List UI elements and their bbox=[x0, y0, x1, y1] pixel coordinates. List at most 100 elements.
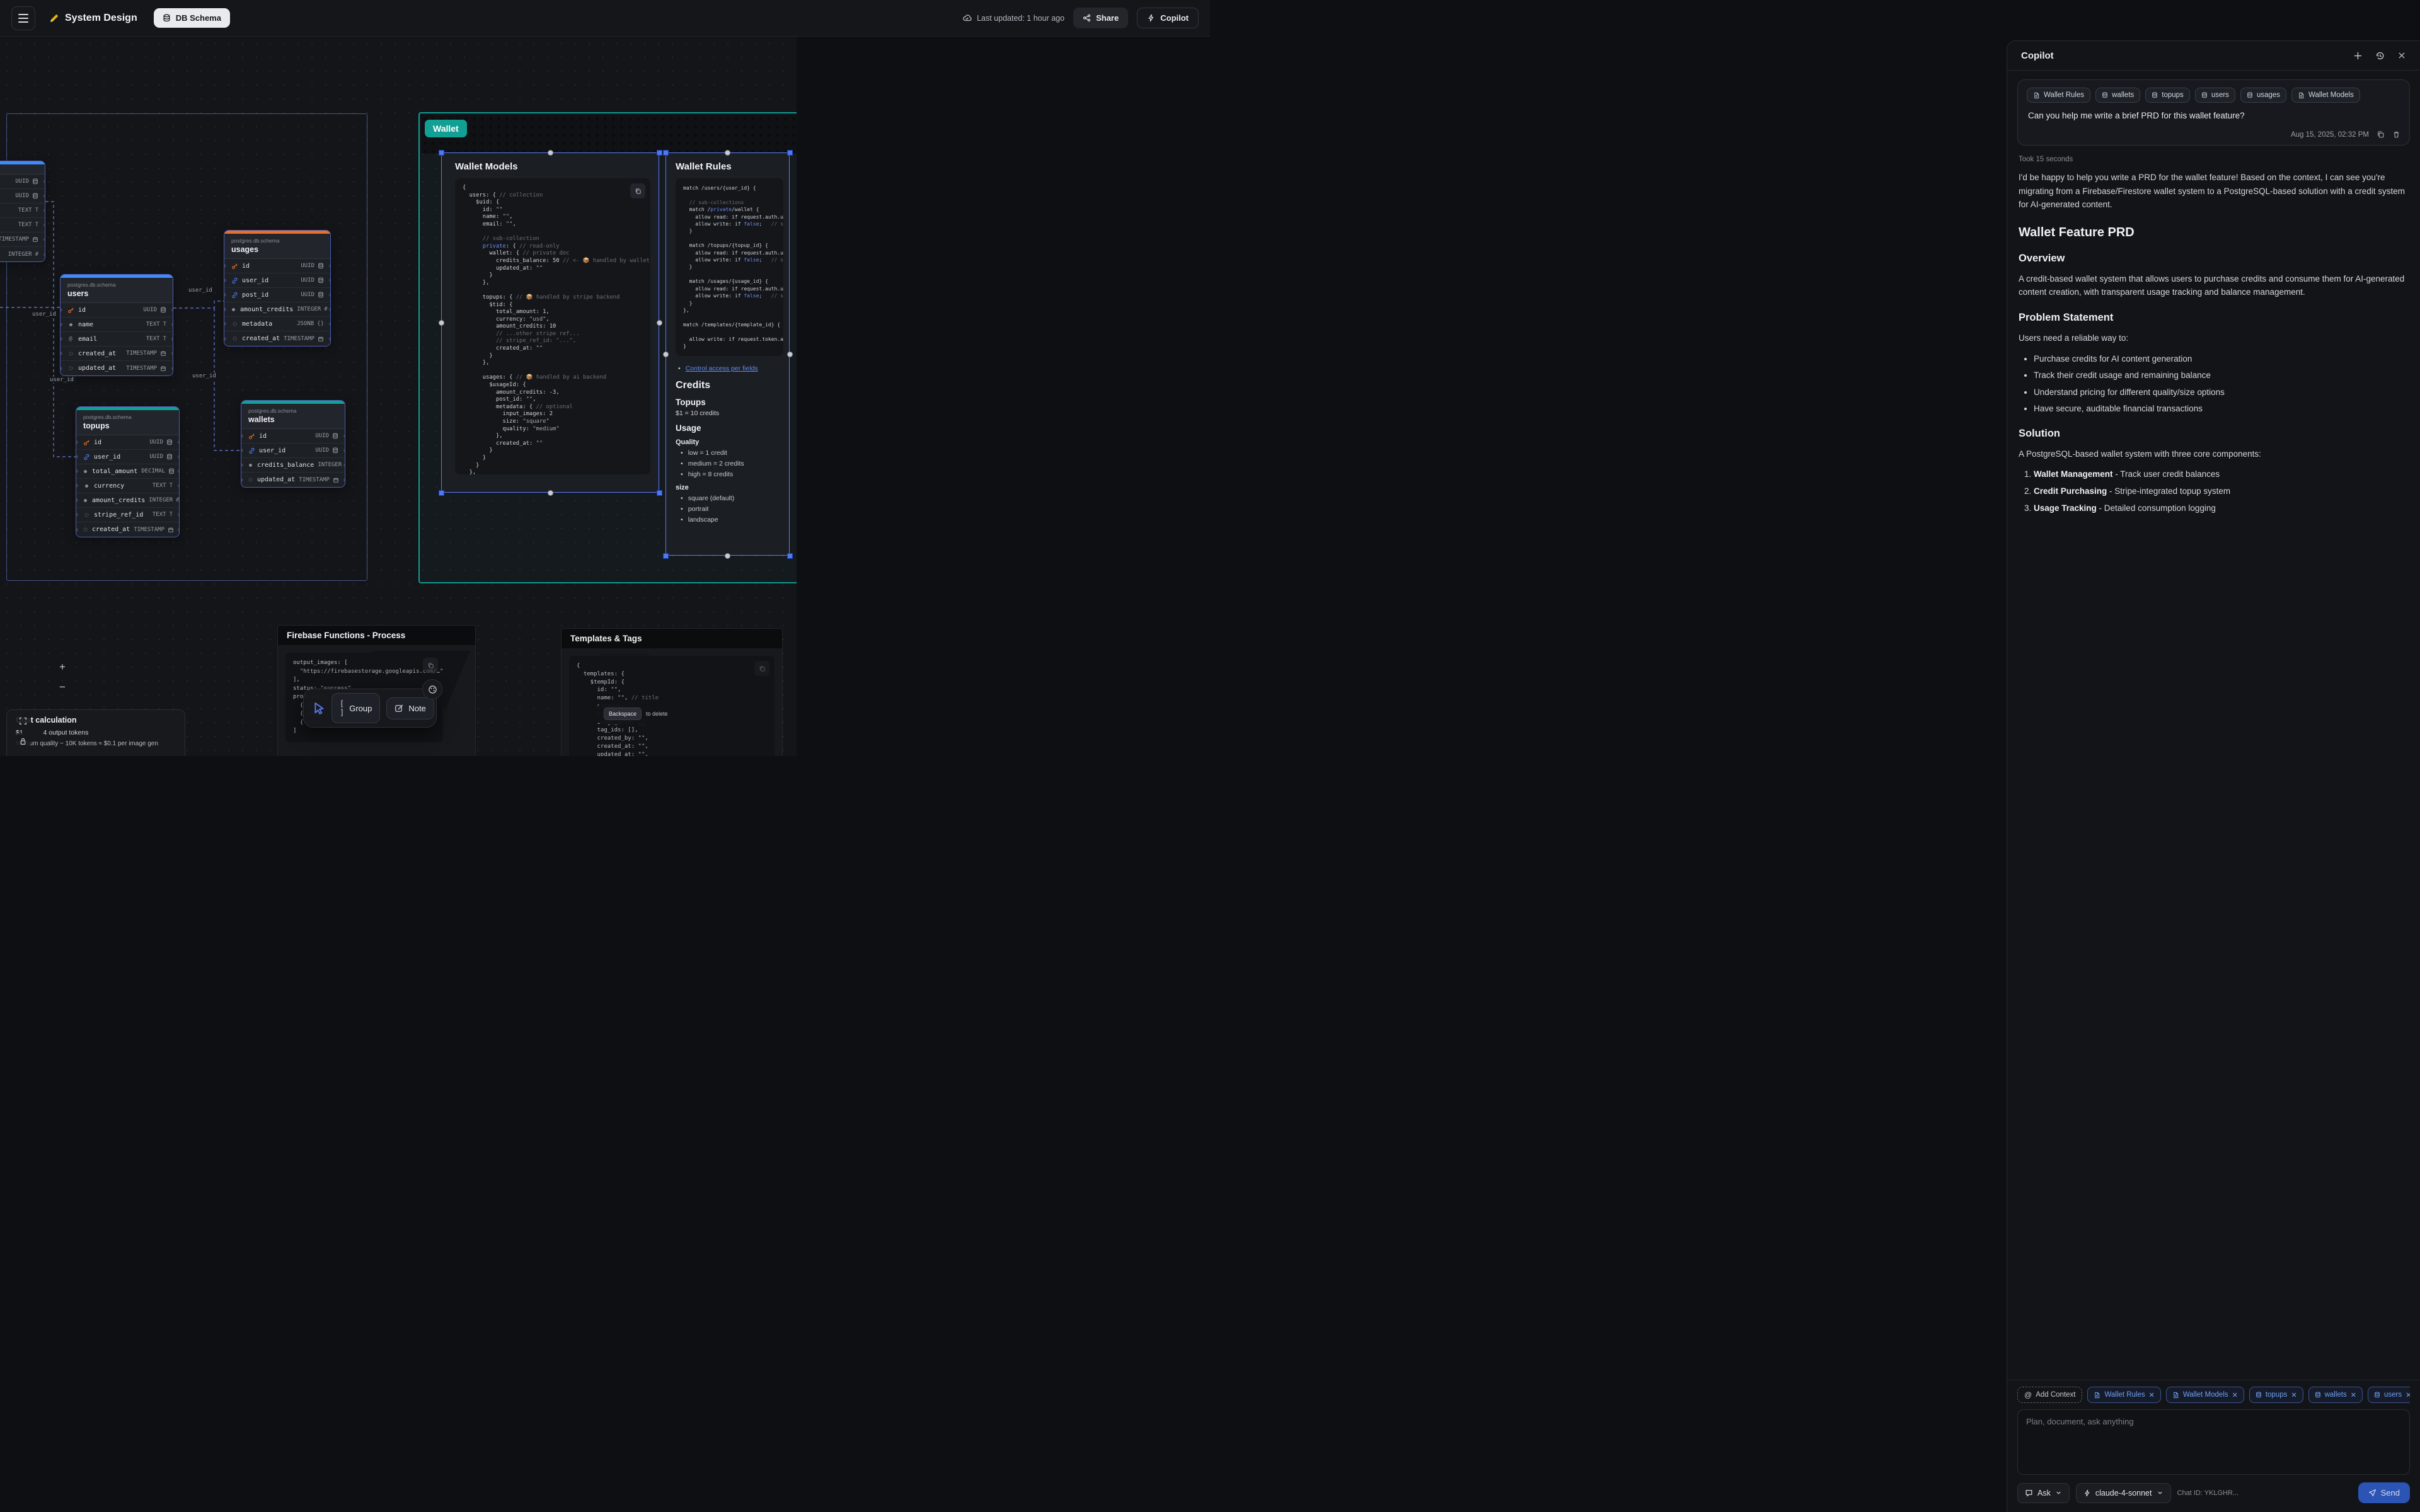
selection-midpoint-handle[interactable] bbox=[663, 352, 669, 357]
selection-midpoint-handle[interactable] bbox=[725, 553, 730, 559]
table-field-id[interactable]: id UUID bbox=[224, 259, 330, 273]
table-field-created_at[interactable]: created_at TIMESTAMP bbox=[224, 331, 330, 346]
palette-button[interactable] bbox=[422, 679, 442, 699]
table-wallets[interactable]: postgres.db.schema wallets id UUID user_… bbox=[241, 400, 345, 488]
wallet-rules-panel[interactable]: Wallet Rules match /users/{user_id} { //… bbox=[666, 152, 790, 556]
copy-code-button[interactable] bbox=[423, 658, 438, 673]
fit-view-button[interactable] bbox=[15, 713, 30, 728]
table-field-stripe_ref_id[interactable]: stripe_ref_id TEXT T bbox=[76, 508, 179, 522]
table-field-user_id[interactable]: user_id UUID bbox=[76, 450, 179, 464]
table-field-updated_at[interactable]: updated_at TIMESTAMP bbox=[241, 472, 345, 487]
active-context-chip-Wallet Rules[interactable]: Wallet Rules ✕ bbox=[2087, 1387, 2160, 1403]
selection-midpoint-handle[interactable] bbox=[787, 352, 793, 357]
selection-midpoint-handle[interactable] bbox=[725, 150, 730, 156]
model-select[interactable]: claude-4-sonnet bbox=[2076, 1483, 2171, 1503]
table-field-hidden[interactable]: TEXT T bbox=[0, 218, 45, 232]
context-chip-topups[interactable]: topups bbox=[2145, 88, 2190, 103]
active-context-chip-users[interactable]: users ✕ bbox=[2368, 1387, 2410, 1403]
table-field-hidden[interactable]: UUID bbox=[0, 175, 45, 189]
table-field-hidden[interactable]: TEXT T bbox=[0, 203, 45, 218]
prompt-input[interactable] bbox=[2026, 1417, 2401, 1467]
add-context-button[interactable]: @ Add Context bbox=[2017, 1387, 2082, 1403]
close-icon[interactable] bbox=[2397, 51, 2406, 60]
circ-field-icon bbox=[67, 365, 74, 371]
selection-midpoint-handle[interactable] bbox=[548, 490, 553, 496]
selection-handle[interactable] bbox=[663, 553, 669, 559]
table-users[interactable]: postgres.db.schema users id UUID name TE… bbox=[60, 274, 173, 376]
table-topups[interactable]: postgres.db.schema topups id UUID user_i… bbox=[76, 406, 180, 537]
tab-db-schema[interactable]: DB Schema bbox=[154, 8, 230, 28]
active-context-chip-Wallet Models[interactable]: Wallet Models ✕ bbox=[2166, 1387, 2244, 1403]
table-field-user_id[interactable]: user_id UUID bbox=[224, 273, 330, 288]
new-chat-icon[interactable] bbox=[2353, 51, 2363, 60]
mode-select[interactable]: Ask bbox=[2017, 1483, 2070, 1503]
templates-tags-panel[interactable]: Templates & Tags { templates: { $tempId:… bbox=[561, 628, 783, 756]
cursor-tool-icon[interactable] bbox=[313, 702, 325, 714]
selection-handle[interactable] bbox=[439, 490, 444, 496]
table-field-hidden[interactable]: TIMESTAMP bbox=[0, 232, 45, 247]
history-icon[interactable] bbox=[2375, 51, 2385, 60]
selection-handle[interactable] bbox=[657, 490, 662, 496]
selection-handle[interactable] bbox=[787, 150, 793, 156]
zoom-in-button[interactable]: + bbox=[54, 659, 71, 675]
table-field-name[interactable]: name TEXT T bbox=[60, 318, 173, 332]
response-duration: Took 15 seconds bbox=[2019, 156, 2409, 163]
table-field-updated_at[interactable]: updated_at TIMESTAMP bbox=[60, 361, 173, 375]
selection-midpoint-handle[interactable] bbox=[439, 320, 444, 326]
table-field-hidden[interactable]: INTEGER # bbox=[0, 247, 45, 261]
selection-handle[interactable] bbox=[657, 150, 662, 156]
wallet-models-panel[interactable]: Wallet Models { users: { // collection $… bbox=[441, 152, 659, 493]
share-button[interactable]: Share bbox=[1073, 8, 1128, 28]
table-field-amount_credits[interactable]: amount_credits INTEGER # bbox=[76, 493, 179, 508]
table-field-hidden[interactable]: UUID bbox=[0, 189, 45, 203]
chat-scroll-area[interactable]: Wallet Rules wallets topups users usages… bbox=[2007, 71, 2420, 1380]
table-field-amount_credits[interactable]: amount_credits INTEGER # bbox=[224, 302, 330, 317]
note-tool-button[interactable]: Note bbox=[386, 697, 434, 719]
table-field-post_id[interactable]: post_id UUID bbox=[224, 288, 330, 302]
table-field-created_at[interactable]: created_at TIMESTAMP bbox=[76, 522, 179, 537]
remove-context-icon[interactable]: ✕ bbox=[2149, 1391, 2155, 1399]
active-context-chip-topups[interactable]: topups ✕ bbox=[2249, 1387, 2303, 1403]
table-field-metadata[interactable]: metadata JSONB {} bbox=[224, 317, 330, 331]
remove-context-icon[interactable]: ✕ bbox=[2232, 1391, 2238, 1399]
selection-midpoint-handle[interactable] bbox=[657, 320, 662, 326]
schema-canvas[interactable]: Wallet user_iduser_iduser_iduser_id UUID… bbox=[0, 37, 797, 756]
at-icon: @ bbox=[2024, 1390, 2032, 1399]
table-field-created_at[interactable]: created_at TIMESTAMP bbox=[60, 346, 173, 361]
context-chip-Wallet Rules[interactable]: Wallet Rules bbox=[2027, 88, 2090, 103]
table-usages[interactable]: postgres.db.schema usages id UUID user_i… bbox=[224, 230, 331, 346]
wallet-group-label[interactable]: Wallet bbox=[425, 120, 467, 137]
lock-button[interactable] bbox=[15, 733, 30, 748]
control-access-link[interactable]: Control access per fields bbox=[686, 365, 758, 372]
selection-handle[interactable] bbox=[663, 150, 669, 156]
table-field-id[interactable]: id UUID bbox=[76, 435, 179, 450]
context-chip-users[interactable]: users bbox=[2195, 88, 2235, 103]
menu-button[interactable] bbox=[11, 6, 35, 30]
table-field-total_amount[interactable]: total_amount DECIMAL bbox=[76, 464, 179, 479]
copilot-button[interactable]: Copilot bbox=[1137, 8, 1199, 28]
remove-context-icon[interactable]: ✕ bbox=[2351, 1391, 2356, 1399]
table-field-email[interactable]: @ email TEXT T bbox=[60, 332, 173, 346]
table-partial[interactable]: UUID UUID TEXT T TEXT T TIMESTAMP bbox=[0, 161, 45, 262]
table-field-id[interactable]: id UUID bbox=[241, 429, 345, 444]
table-field-credits_balance[interactable]: credits_balance INTEGER # bbox=[241, 458, 345, 472]
remove-context-icon[interactable]: ✕ bbox=[2291, 1391, 2296, 1399]
copy-code-button[interactable] bbox=[754, 661, 769, 676]
group-tool-button[interactable]: [ ] Group bbox=[331, 693, 380, 723]
selection-handle[interactable] bbox=[439, 150, 444, 156]
remove-context-icon[interactable]: ✕ bbox=[2406, 1391, 2410, 1399]
table-field-id[interactable]: id UUID bbox=[60, 303, 173, 318]
selection-handle[interactable] bbox=[787, 553, 793, 559]
context-chip-Wallet Models[interactable]: Wallet Models bbox=[2291, 88, 2360, 103]
selection-midpoint-handle[interactable] bbox=[548, 150, 553, 156]
delete-message-icon[interactable] bbox=[2392, 130, 2400, 139]
context-chip-usages[interactable]: usages bbox=[2240, 88, 2286, 103]
table-field-currency[interactable]: currency TEXT T bbox=[76, 479, 179, 493]
context-chip-wallets[interactable]: wallets bbox=[2095, 88, 2140, 103]
copy-code-button[interactable] bbox=[630, 183, 645, 198]
send-button[interactable]: Send bbox=[2358, 1482, 2410, 1503]
table-field-user_id[interactable]: user_id UUID bbox=[241, 444, 345, 458]
active-context-chip-wallets[interactable]: wallets ✕ bbox=[2308, 1387, 2363, 1403]
zoom-out-button[interactable]: − bbox=[54, 679, 71, 696]
copy-message-icon[interactable] bbox=[2377, 130, 2385, 139]
